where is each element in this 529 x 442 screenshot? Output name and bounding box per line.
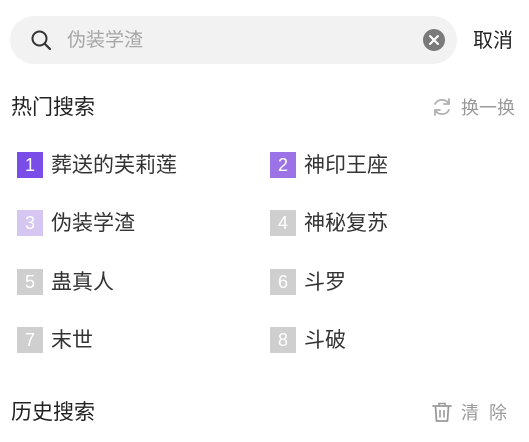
refresh-icon — [434, 98, 450, 116]
trash-icon — [432, 402, 452, 422]
hot-search-label: 末世 — [51, 328, 93, 352]
hot-search-item[interactable]: 7 末世 — [17, 325, 93, 355]
hot-search-item[interactable]: 5 蛊真人 — [17, 267, 114, 297]
rank-badge: 7 — [17, 327, 43, 353]
search-bar[interactable] — [10, 16, 457, 64]
hot-search-item[interactable]: 2 神印王座 — [270, 150, 388, 180]
rank-badge: 4 — [270, 210, 296, 236]
hot-search-item[interactable]: 4 神秘复苏 — [270, 208, 388, 238]
hot-search-title: 热门搜索 — [11, 95, 95, 119]
rank-badge: 6 — [270, 269, 296, 295]
hot-search-label: 伪装学渣 — [51, 211, 135, 235]
rank-badge: 8 — [270, 327, 296, 353]
rank-badge: 1 — [17, 152, 43, 178]
history-search-title: 历史搜索 — [11, 400, 95, 424]
search-icon — [31, 30, 52, 51]
hot-search-item[interactable]: 8 斗破 — [270, 325, 346, 355]
hot-search-item[interactable]: 3 伪装学渣 — [17, 208, 135, 238]
clear-history-button[interactable]: 清除 — [431, 398, 517, 426]
clear-input-icon[interactable] — [423, 29, 445, 51]
hot-search-item[interactable]: 6 斗罗 — [270, 267, 346, 297]
rank-badge: 2 — [270, 152, 296, 178]
hot-search-label: 蛊真人 — [51, 270, 114, 294]
rank-badge: 3 — [17, 210, 43, 236]
cancel-button[interactable]: 取消 — [473, 26, 513, 54]
search-input[interactable] — [67, 16, 407, 64]
hot-search-label: 斗罗 — [304, 270, 346, 294]
hot-search-item[interactable]: 1 葬送的芙莉莲 — [17, 150, 177, 180]
hot-search-label: 葬送的芙莉莲 — [51, 153, 177, 177]
refresh-button[interactable]: 换一换 — [431, 94, 515, 120]
hot-search-label: 斗破 — [304, 328, 346, 352]
hot-search-label: 神印王座 — [304, 153, 388, 177]
rank-badge: 5 — [17, 269, 43, 295]
refresh-label: 换一换 — [461, 98, 515, 119]
clear-history-label: 清除 — [461, 403, 517, 424]
hot-search-label: 神秘复苏 — [304, 211, 388, 235]
